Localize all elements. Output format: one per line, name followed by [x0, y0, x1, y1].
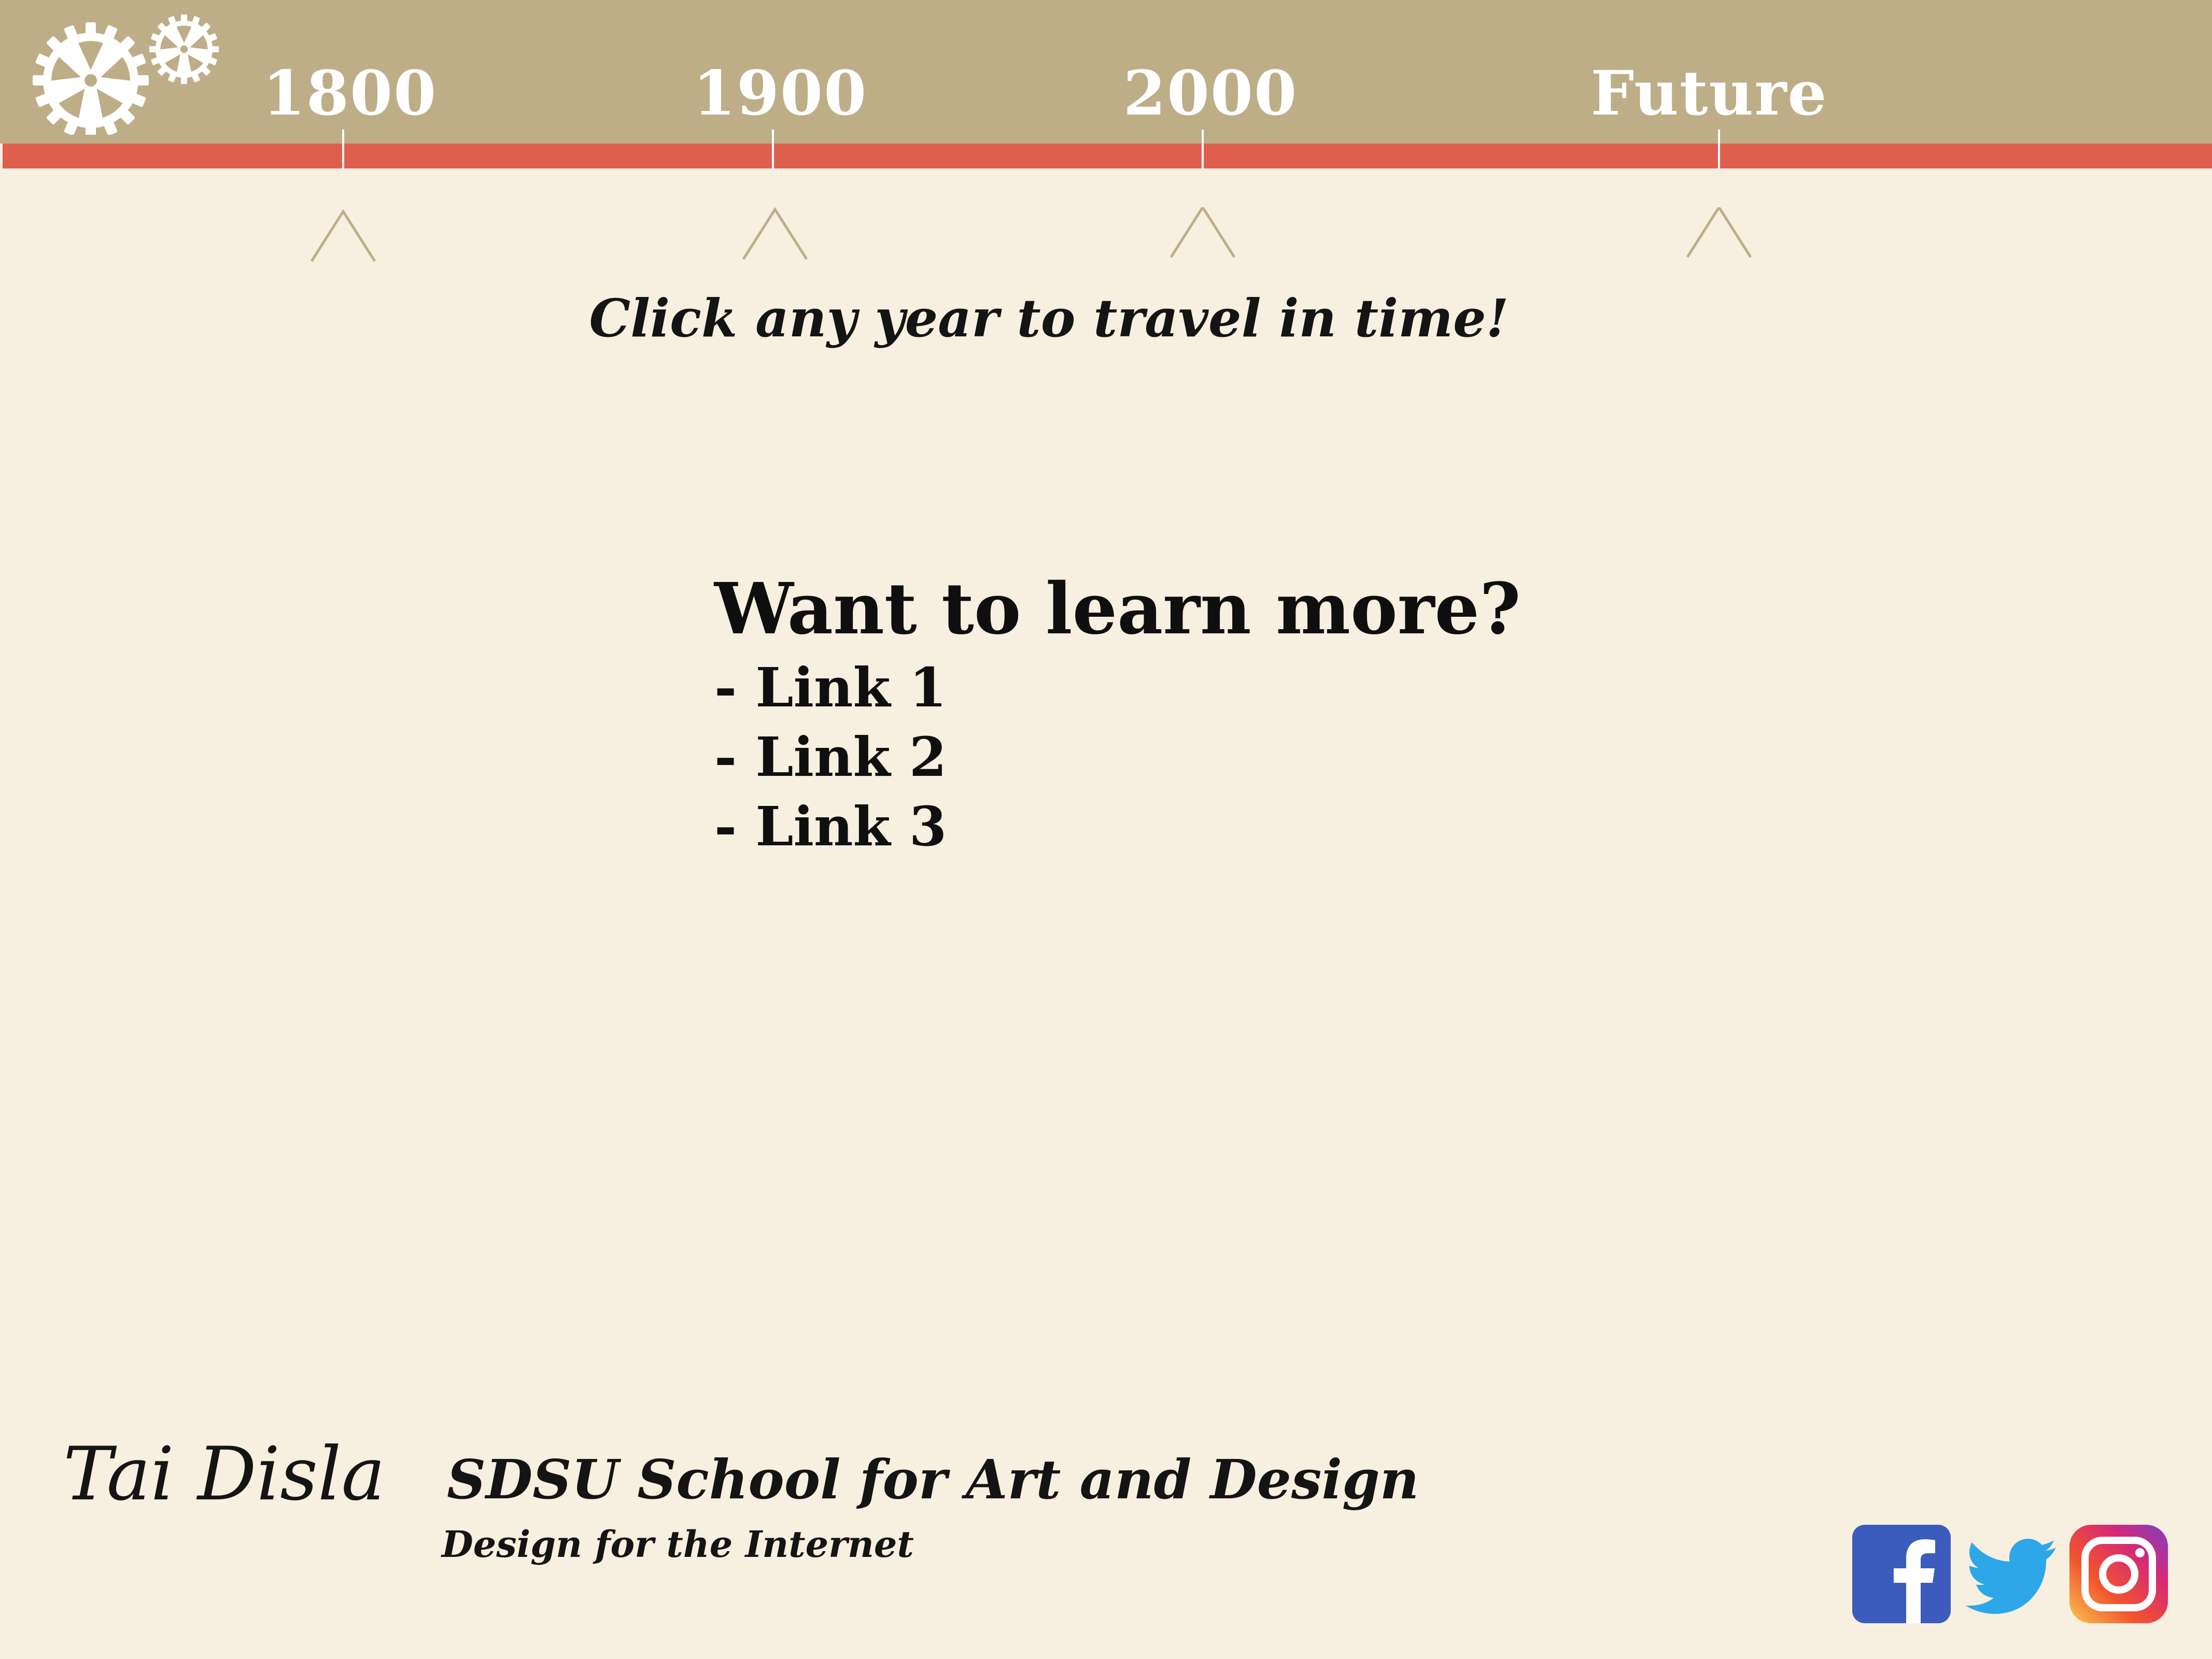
timeline-tick-1800: [342, 130, 344, 168]
chevron-up-icon: [310, 209, 376, 262]
chevron-up-icon: [1686, 207, 1752, 258]
learn-more-link-2[interactable]: - Link 2: [714, 722, 1521, 792]
gears-logo-icon: [33, 14, 219, 135]
timeline-tick-1900: [772, 130, 774, 168]
learn-more-title: Want to learn more?: [714, 568, 1521, 650]
timeline-bar: [3, 144, 2212, 168]
learn-more-link-1[interactable]: - Link 1: [714, 653, 1521, 722]
chevron-up-icon: [1170, 207, 1236, 258]
chevron-up-icon: [742, 207, 808, 260]
facebook-icon[interactable]: [1852, 1525, 1951, 1623]
timeline-tick-future: [1718, 130, 1720, 168]
timeline-year-1900[interactable]: 1900: [693, 57, 867, 130]
timeline-hint: Click any year to travel in time!: [589, 288, 1509, 349]
timeline-year-1800[interactable]: 1800: [263, 57, 437, 130]
learn-more-section: Want to learn more? - Link 1 - Link 2 - …: [714, 565, 1521, 861]
school-name: SDSU School for Art and Design: [447, 1448, 1419, 1511]
learn-more-link-3[interactable]: - Link 3: [714, 792, 1521, 861]
author-name: Tai Disla: [63, 1431, 386, 1517]
timeline-year-2000[interactable]: 2000: [1123, 57, 1298, 130]
instagram-icon[interactable]: [2069, 1525, 2168, 1623]
twitter-icon[interactable]: [1965, 1525, 2058, 1623]
timeline-year-future[interactable]: Future: [1590, 57, 1827, 130]
timeline-tick-2000: [1202, 130, 1204, 168]
course-name: Design for the Internet: [442, 1523, 914, 1566]
